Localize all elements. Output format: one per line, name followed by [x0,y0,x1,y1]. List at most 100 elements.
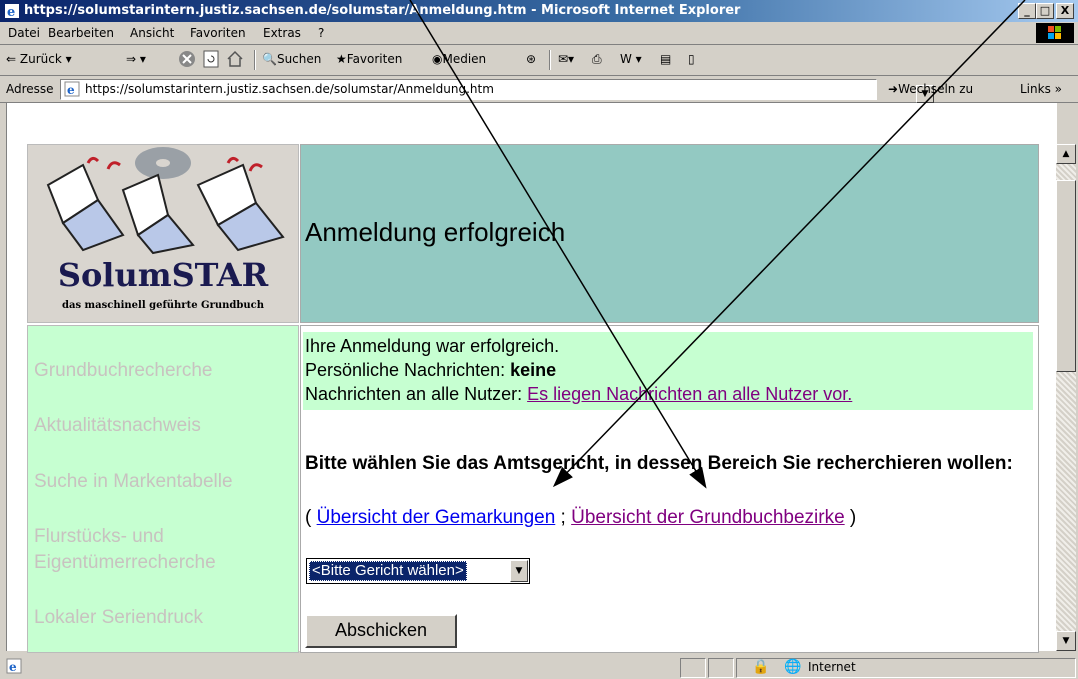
menu-datei[interactable]: Datei [8,26,40,40]
gemarkungen-link[interactable]: Übersicht der Gemarkungen [317,507,556,528]
court-select[interactable]: <Bitte Gericht wählen> ▼ [306,558,530,584]
history-icon: ⊛ [526,52,537,66]
svg-text:e: e [9,660,17,674]
maximize-button[interactable]: □ [1036,3,1054,19]
refresh-icon [203,50,219,68]
back-arrow-icon: ⇐ [6,52,17,66]
page-icon: e [64,81,80,97]
media-button[interactable]: ◉Medien [432,52,486,66]
forward-arrow-icon: ⇒ [126,52,137,66]
page-status-icon: e [6,658,22,674]
submit-button[interactable]: Abschicken [305,614,457,648]
personal-label: Persönliche Nachrichten: [305,360,511,380]
stop-icon [179,51,195,67]
close-paren: ) [844,507,857,528]
open-paren: ( [305,507,317,528]
vertical-scrollbar[interactable]: ▲ ▼ [1056,144,1076,651]
discuss-icon: ▤ [660,52,672,66]
header-cell: Anmeldung erfolgreich [300,144,1039,323]
minimize-button[interactable]: _ [1018,3,1036,19]
status-panel [708,658,734,678]
toolbar-separator [254,50,256,70]
address-label: Adresse [6,82,54,96]
favorites-label: Favoriten [346,52,403,66]
history-button[interactable]: ⊛ [526,52,536,66]
edit-button[interactable]: W ▾ [620,52,642,66]
personal-value: keine [510,360,557,380]
mail-button[interactable]: ✉▾ [558,52,574,66]
all-user-messages: Nachrichten an alle Nutzer: Es liegen Na… [305,384,852,405]
back-label: Zurück [19,52,62,66]
page-title: Anmeldung erfolgreich [305,217,566,247]
success-message: Ihre Anmeldung war erfolgreich. [305,336,560,356]
menu-favoriten[interactable]: Favoriten [190,26,246,40]
windows-logo-icon [1036,23,1074,43]
svg-text:e: e [67,83,75,97]
search-button[interactable]: 🔍Suchen [262,52,321,66]
menu-extras[interactable]: Extras [263,26,301,40]
sidebar-item-eigentuemer[interactable]: Eigentümerrecherche [34,551,216,575]
chevron-down-icon[interactable]: ▼ [510,560,528,582]
court-prompt: Bitte wählen Sie das Amtsgericht, in des… [305,453,1013,474]
forward-button[interactable]: ⇒ ▾ [126,52,146,66]
scroll-down-button[interactable]: ▼ [1056,631,1076,651]
zone-label: Internet [808,660,856,674]
print-button[interactable]: ⎙ [592,52,602,67]
svg-text:e: e [7,5,15,19]
scroll-thumb[interactable] [1056,180,1076,372]
go-button[interactable]: ➜Wechseln zu [888,82,973,96]
window-title: https://solumstarintern.justiz.sachsen.d… [24,3,741,18]
address-bar: Adresse e https://solumstarintern.justiz… [0,76,1078,103]
media-label: Medien [442,52,487,66]
address-input[interactable]: e https://solumstarintern.justiz.sachsen… [60,79,934,103]
court-select-value: <Bitte Gericht wählen> [309,561,467,581]
ie-icon: e [5,4,19,19]
logo-cell: SolumSTAR das maschinell geführte Grundb… [27,144,299,323]
menu-ansicht[interactable]: Ansicht [130,26,174,40]
search-icon: 🔍 [262,52,277,66]
sidebar-item-markentabelle[interactable]: Suche in Markentabelle [34,470,233,494]
print-icon: ⎙ [592,52,602,66]
favorites-icon: ★ [336,52,347,66]
book-cd-logo-icon [46,147,285,255]
all-messages-link[interactable]: Es liegen Nachrichten an alle Nutzer vor… [527,384,852,404]
grundbuchbezirke-link[interactable]: Übersicht der Grundbuchbezirke [571,507,845,528]
sidebar-item-seriendruck[interactable]: Lokaler Seriendruck [34,606,203,630]
go-arrow-icon: ➜ [888,82,899,96]
all-label: Nachrichten an alle Nutzer: [305,384,528,404]
lock-icon: 🔒 [752,659,770,675]
home-icon [227,50,243,67]
messenger-icon: ▯ [688,52,695,66]
back-button[interactable]: ⇐ Zurück ▾ [6,52,72,66]
status-bar: e 🔒 🌐 Internet [0,655,1078,679]
favorites-button[interactable]: ★Favoriten [336,52,402,66]
logo-name: SolumSTAR [57,256,269,294]
personal-messages: Persönliche Nachrichten: keine [305,360,556,381]
stop-button[interactable] [178,50,196,68]
go-label: Wechseln zu [898,82,974,96]
sidebar-item-flurstuecks[interactable]: Flurstücks- und [34,525,164,549]
messenger-button[interactable]: ▯ [688,52,695,66]
scroll-up-button[interactable]: ▲ [1056,144,1076,164]
browser-window: e https://solumstarintern.justiz.sachsen… [0,0,1078,679]
sidebar: Grundbuchrecherche Aktualitätsnachweis S… [27,325,299,653]
title-bar: e https://solumstarintern.justiz.sachsen… [0,0,1078,22]
toolbar: ⇐ Zurück ▾ ⇒ ▾ 🔍Suchen ★Favoriten ◉Medie… [0,45,1078,76]
menu-bar: Datei Bearbeiten Ansicht Favoriten Extra… [0,22,1078,45]
sidebar-item-grundbuchrecherche[interactable]: Grundbuchrecherche [34,359,213,383]
sidebar-item-aktualitaetsnachweis[interactable]: Aktualitätsnachweis [34,414,201,438]
globe-icon: 🌐 [784,659,802,675]
discuss-button[interactable]: ▤ [660,52,671,66]
menu-bearbeiten[interactable]: Bearbeiten [48,26,114,40]
refresh-button[interactable] [202,50,220,68]
main-content: Ihre Anmeldung war erfolgreich. Persönli… [300,325,1039,653]
search-label: Suchen [276,52,322,66]
home-button[interactable] [226,50,244,68]
menu-help[interactable]: ? [318,26,324,40]
close-button[interactable]: X [1056,3,1074,19]
page-area-top [6,103,1057,144]
chevron-down-icon: ▾ [139,52,146,66]
status-panel [680,658,706,678]
links-button[interactable]: Links » [1020,82,1062,96]
overview-links: ( Übersicht der Gemarkungen ; Übersicht … [305,507,856,529]
